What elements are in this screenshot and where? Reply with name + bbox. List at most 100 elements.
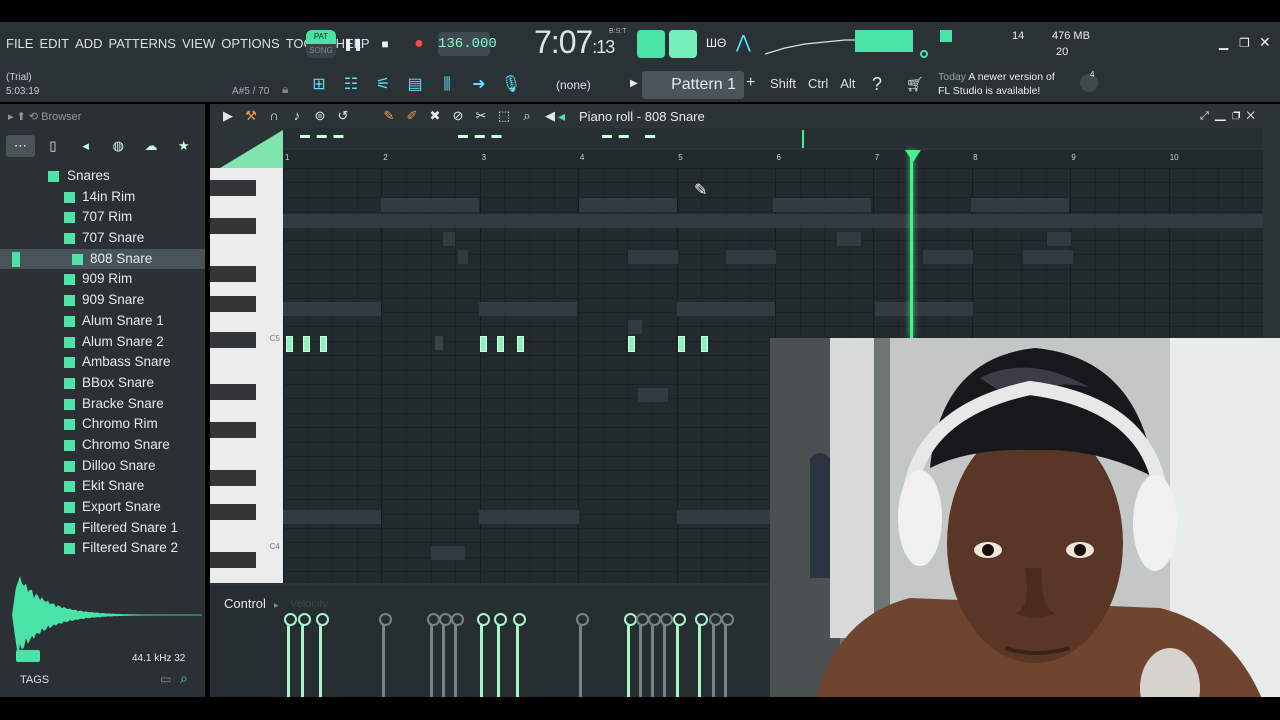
cart-icon[interactable]: 🛒︎ xyxy=(906,76,924,93)
control-label[interactable]: Control xyxy=(224,596,266,611)
velocity-bar[interactable] xyxy=(298,613,311,697)
velocity-bar[interactable] xyxy=(513,613,526,697)
restore-icon[interactable]: ❐ xyxy=(1239,36,1250,50)
channel-rack-icon[interactable]: ☷ xyxy=(338,72,364,98)
add-pattern-button[interactable]: + xyxy=(746,74,755,92)
browser-item[interactable]: 707 Rim xyxy=(0,207,205,228)
pause-button[interactable]: ❚❚ xyxy=(340,31,366,57)
browser-item[interactable]: Export Snare xyxy=(0,497,205,518)
black-key[interactable] xyxy=(210,266,256,282)
brush-icon[interactable]: ✐ xyxy=(402,108,422,124)
search-icon[interactable]: ⌕ xyxy=(180,670,188,687)
menu-add[interactable]: ADD xyxy=(75,36,102,51)
slice-icon[interactable]: ✂ xyxy=(471,108,491,124)
black-key[interactable] xyxy=(210,332,256,348)
browser-item[interactable]: Dilloo Snare xyxy=(0,456,205,477)
velocity-bar[interactable] xyxy=(695,613,708,697)
folder-open-icon[interactable]: ▭ xyxy=(160,672,171,686)
browser-item[interactable]: 14in Rim xyxy=(0,187,205,208)
plugin-picker-icon[interactable]: ⫼ xyxy=(434,72,460,98)
browser-item[interactable]: Ekit Snare xyxy=(0,476,205,497)
velocity-bar[interactable] xyxy=(576,613,589,697)
browser-item[interactable]: 707 Snare xyxy=(0,228,205,249)
play-icon[interactable]: ▶ xyxy=(218,108,238,124)
black-key[interactable] xyxy=(210,218,256,234)
playlist-icon[interactable]: ⊞ xyxy=(306,72,332,98)
mute-icon[interactable]: ⊘ xyxy=(448,108,468,124)
pattern-selector[interactable]: Pattern 1 xyxy=(642,71,744,99)
globe-icon[interactable] xyxy=(1080,74,1098,92)
black-key[interactable] xyxy=(210,180,256,196)
note[interactable] xyxy=(497,336,504,352)
note[interactable] xyxy=(628,336,635,352)
black-key[interactable] xyxy=(210,296,256,312)
note[interactable] xyxy=(286,336,293,352)
record-button[interactable]: ● xyxy=(406,31,432,57)
browser-item[interactable]: Filtered Snare 1 xyxy=(0,518,205,539)
velocity-bar[interactable] xyxy=(624,613,637,697)
pat-song-toggle[interactable]: PAT SONG xyxy=(306,30,336,58)
close-icon[interactable]: ✕ xyxy=(1259,34,1271,51)
help-icon[interactable]: ? xyxy=(872,74,882,95)
browser-item[interactable]: Alum Snare 1 xyxy=(0,311,205,332)
pat-mode[interactable]: PAT xyxy=(306,30,336,44)
menu-file[interactable]: FILE xyxy=(6,36,33,51)
play-small-icon[interactable]: ▶ xyxy=(630,78,638,89)
stop-button[interactable]: ■ xyxy=(372,31,398,57)
black-key[interactable] xyxy=(210,422,256,438)
shift-key[interactable]: Shift xyxy=(770,76,796,91)
note[interactable] xyxy=(678,336,685,352)
note[interactable] xyxy=(701,336,708,352)
browser-item[interactable]: Alum Snare 2 xyxy=(0,332,205,353)
browser-item[interactable]: 909 Snare xyxy=(0,290,205,311)
velocity-bar[interactable] xyxy=(379,613,392,697)
note[interactable] xyxy=(320,336,327,352)
metronome-icon[interactable]: ⋀ xyxy=(736,32,751,53)
velocity-bar[interactable] xyxy=(284,613,297,697)
note[interactable] xyxy=(303,336,310,352)
black-key[interactable] xyxy=(210,384,256,400)
folder-snares[interactable]: Snares xyxy=(0,166,205,187)
pattern-selector-none[interactable]: (none) xyxy=(556,78,591,92)
note-icon[interactable]: ♪ xyxy=(287,108,307,124)
song-mode[interactable]: SONG xyxy=(306,44,336,58)
browser-item[interactable]: Ambass Snare xyxy=(0,352,205,373)
browser-item[interactable]: 808 Snare xyxy=(0,248,205,270)
velocity-bar[interactable] xyxy=(709,613,722,697)
browser-item[interactable]: 909 Rim xyxy=(0,269,205,290)
magnet-icon[interactable]: ∩ xyxy=(264,108,284,124)
menu-view[interactable]: VIEW xyxy=(182,36,215,51)
tags-label[interactable]: TAGS xyxy=(20,674,49,686)
velocity-bar[interactable] xyxy=(673,613,686,697)
velocity-bar[interactable] xyxy=(316,613,329,697)
note[interactable] xyxy=(517,336,524,352)
piano-roll-icon[interactable]: ⚟ xyxy=(370,72,396,98)
black-key[interactable] xyxy=(210,470,256,486)
menu-patterns[interactable]: PATTERNS xyxy=(109,36,176,51)
step-edit-button[interactable] xyxy=(669,30,697,58)
time-ruler[interactable]: 1 2 3 4 5 6 7 8 9 10 xyxy=(283,150,1263,168)
black-key[interactable] xyxy=(210,504,256,520)
velocity-bar[interactable] xyxy=(477,613,490,697)
browser-item[interactable]: Chromo Rim xyxy=(0,414,205,435)
velocity-bar[interactable] xyxy=(427,613,440,697)
piano-keyboard[interactable]: C5 C4 xyxy=(210,168,283,583)
browser-item[interactable]: BBox Snare xyxy=(0,373,205,394)
browser-item[interactable]: Chromo Snare xyxy=(0,435,205,456)
note[interactable] xyxy=(480,336,487,352)
wrench-icon[interactable]: ⚒ xyxy=(241,108,261,124)
tempo-display[interactable]: 136.000 xyxy=(438,32,497,56)
menu-icon[interactable]: ⊜ xyxy=(310,108,330,124)
velocity-bar[interactable] xyxy=(494,613,507,697)
menu-options[interactable]: OPTIONS xyxy=(221,36,280,51)
playhead-marker-icon[interactable] xyxy=(905,150,921,162)
arrow-icon[interactable]: ➜ xyxy=(466,72,492,98)
mic-icon[interactable]: 🎙︎ xyxy=(498,72,524,98)
velocity-bar[interactable] xyxy=(648,613,661,697)
ctrl-key[interactable]: Ctrl xyxy=(808,76,828,91)
undo-icon[interactable]: ↺ xyxy=(333,108,353,124)
velocity-bar[interactable] xyxy=(451,613,464,697)
pencil-icon[interactable]: ✎ xyxy=(379,108,399,124)
playback-icon[interactable]: ◀ xyxy=(540,108,560,124)
typing-keyboard-button[interactable] xyxy=(637,30,665,58)
